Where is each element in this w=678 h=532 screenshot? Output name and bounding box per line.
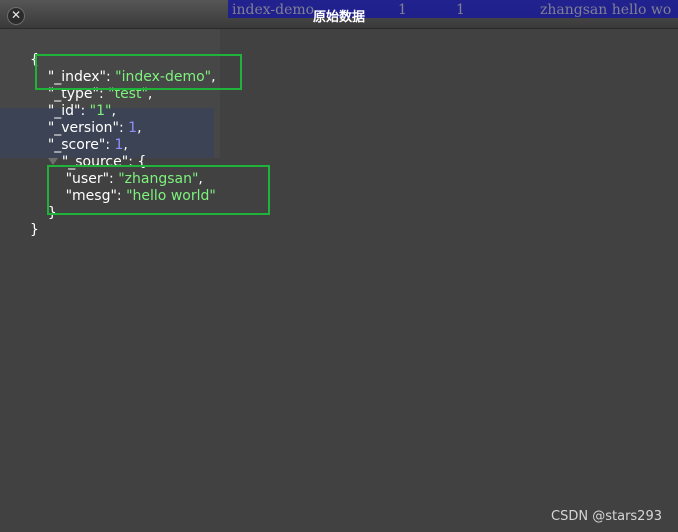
highlight-box-index [35,54,242,90]
title-bar: index-demo 1 1 zhangsan hello wo ✕ 原始数据 [0,0,678,29]
json-key: "_id" [47,103,81,119]
window-title: 原始数据 [312,10,365,25]
collapse-toggle-icon[interactable] [47,158,58,165]
json-line: "_version": 1, [47,120,142,136]
json-value: "1" [89,103,112,119]
raw-data-window: index-demo 1 1 zhangsan hello wo ✕ 原始数据 … [0,0,678,532]
json-line: } [30,222,216,239]
json-value: 1 [114,137,124,153]
json-key: "_version" [47,120,119,136]
json-value: 1 [128,120,138,136]
json-brace: } [30,222,39,238]
json-key: "_score" [47,137,106,153]
highlight-box-source [47,165,270,215]
json-line: "_score": 1, [47,137,128,153]
watermark: CSDN @stars293 [551,509,662,524]
json-line: "_id": "1", [47,103,116,119]
